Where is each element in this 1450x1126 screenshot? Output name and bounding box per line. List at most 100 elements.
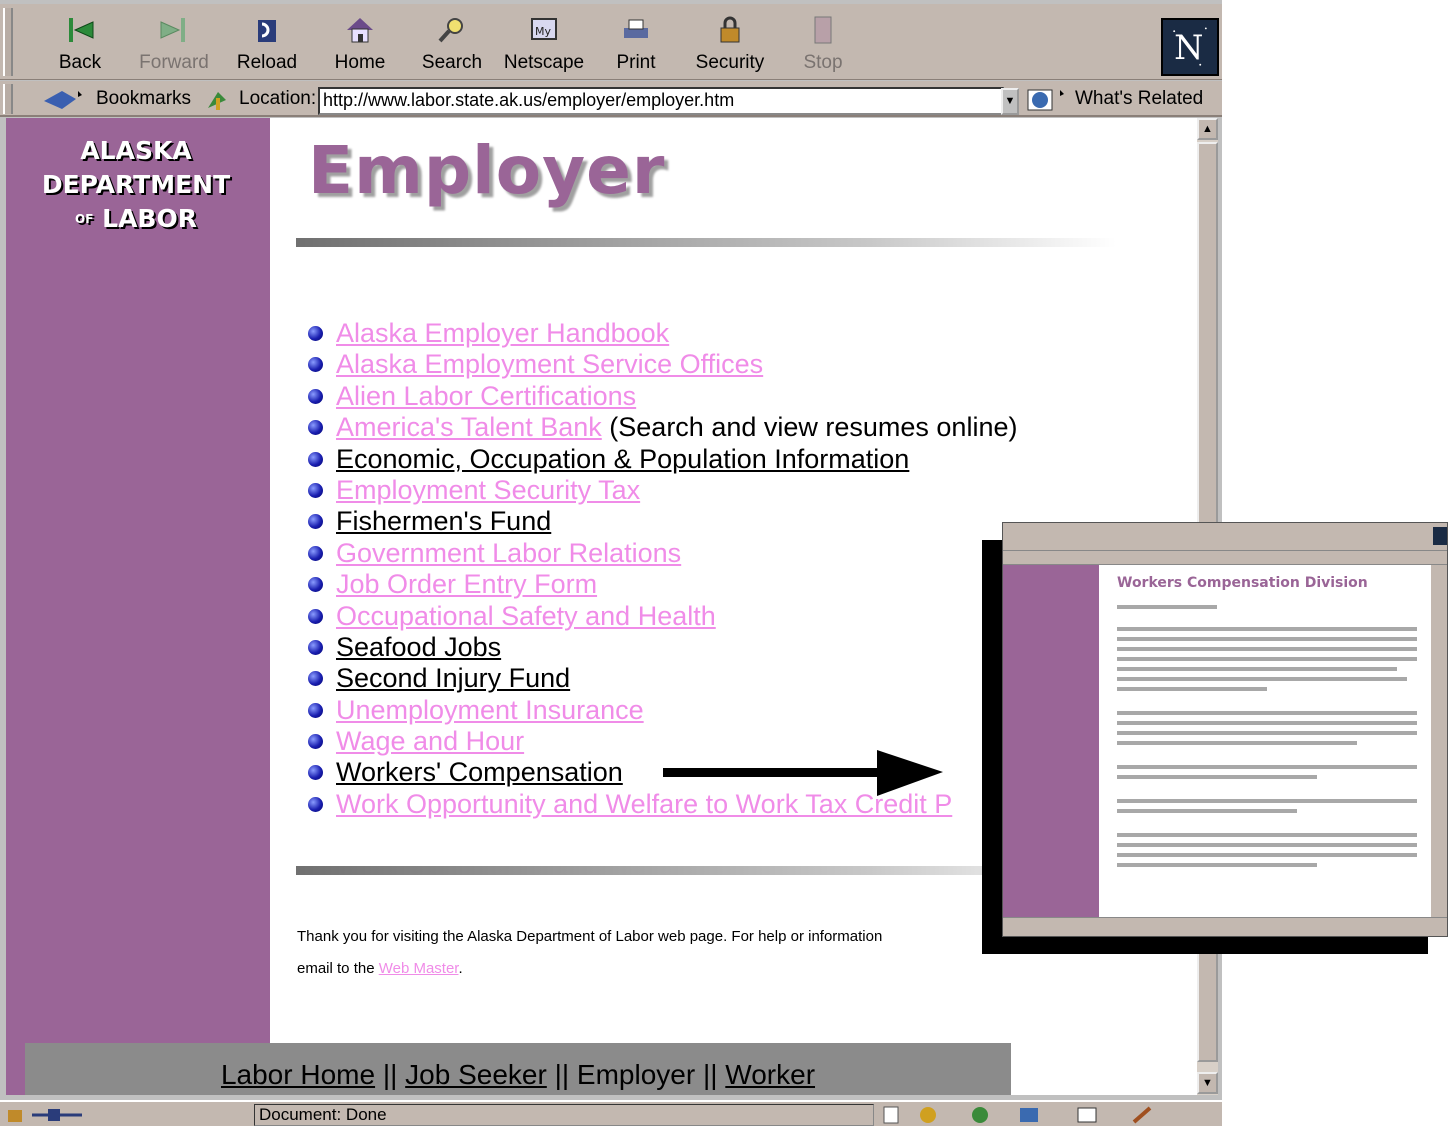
bullet-icon <box>308 796 323 812</box>
location-bookmark-icon[interactable] <box>204 88 230 112</box>
bullet-icon <box>308 639 323 655</box>
link-list-item: Alien Labor Certifications <box>306 381 1017 412</box>
preview-heading: Workers Compensation Division <box>1117 575 1368 591</box>
netscape-logo[interactable]: N <box>1161 18 1219 76</box>
back-label: Back <box>58 52 102 73</box>
svg-text:N: N <box>1174 28 1203 67</box>
search-button[interactable]: Search <box>410 14 494 78</box>
worker-link[interactable]: Worker <box>725 1059 815 1090</box>
print-button[interactable]: Print <box>594 14 678 78</box>
employer-link[interactable]: Second Injury Fund <box>336 663 570 693</box>
preview-text-line <box>1117 711 1417 715</box>
back-button[interactable]: Back <box>38 14 122 78</box>
stop-icon <box>814 16 832 44</box>
link-list-item: Government Labor Relations <box>306 538 1017 569</box>
status-security-icon[interactable] <box>6 1104 86 1126</box>
whats-related-icon[interactable] <box>1026 86 1072 114</box>
webmaster-link[interactable]: Web Master <box>379 960 459 977</box>
preview-text-line <box>1117 863 1317 867</box>
employer-link[interactable]: Alaska Employer Handbook <box>336 318 669 348</box>
employer-link[interactable]: Economic, Occupation & Population Inform… <box>336 444 909 474</box>
component-bar-icons[interactable] <box>880 1104 1200 1126</box>
link-list-item: Job Order Entry Form <box>306 569 1017 600</box>
url-dropdown-button[interactable]: ▼ <box>1001 88 1019 115</box>
toolbar-grip[interactable] <box>3 8 13 76</box>
netscape-button[interactable]: My Netscape <box>502 14 586 78</box>
bullet-icon <box>308 326 323 341</box>
forward-arrow-icon <box>160 18 185 42</box>
preview-text-line <box>1117 605 1217 609</box>
employer-link[interactable]: Fishermen's Fund <box>336 506 551 536</box>
labor-home-link[interactable]: Labor Home <box>221 1059 375 1090</box>
bookmarks-button[interactable]: Bookmarks <box>96 88 191 110</box>
employer-link[interactable]: Seafood Jobs <box>336 632 501 662</box>
logo-line-3: LABOR <box>102 204 197 233</box>
reload-button[interactable]: Reload <box>225 14 309 78</box>
footer-line-2-prefix: email to the <box>297 960 379 977</box>
bookmarks-icon <box>44 91 82 109</box>
link-list-item: Fishermen's Fund <box>306 506 1017 537</box>
url-input[interactable]: http://www.labor.state.ak.us/employer/em… <box>318 87 1004 115</box>
link-list-item: Occupational Safety and Health <box>306 601 1017 632</box>
logo-of: OF <box>75 212 94 226</box>
preview-text-line <box>1117 667 1397 671</box>
status-bar: Document: Done <box>0 1100 1222 1126</box>
scroll-up-button[interactable]: ▲ <box>1197 118 1218 140</box>
preview-text-line <box>1117 731 1417 735</box>
navigation-toolbar: Back Forward Reload Home Search My Netsc… <box>0 4 1222 80</box>
lock-icon <box>720 16 740 43</box>
employer-link[interactable]: Employment Security Tax <box>336 475 640 505</box>
annotation-arrow <box>663 750 943 796</box>
preview-text-line <box>1117 637 1417 641</box>
bullet-icon <box>308 734 323 750</box>
employer-link[interactable]: Wage and Hour <box>336 726 524 756</box>
job-seeker-link[interactable]: Job Seeker <box>405 1059 547 1090</box>
bullet-icon <box>308 420 323 436</box>
preview-text-line <box>1117 687 1267 691</box>
preview-text-line <box>1117 843 1417 847</box>
stop-label: Stop <box>803 52 843 73</box>
back-arrow-icon <box>69 18 94 42</box>
whats-related-button[interactable]: What's Related <box>1075 88 1203 110</box>
bullet-icon <box>308 357 323 373</box>
employer-link[interactable]: Alien Labor Certifications <box>336 381 636 411</box>
location-grip[interactable] <box>3 84 13 114</box>
forward-button[interactable]: Forward <box>132 14 216 78</box>
netscape-logo-icon: N <box>1163 20 1217 74</box>
employer-link[interactable]: Unemployment Insurance <box>336 695 644 725</box>
link-note: (Search and view resumes online) <box>601 412 1018 443</box>
security-button[interactable]: Security <box>688 14 772 78</box>
reload-icon <box>258 20 276 42</box>
page-title: Employer <box>308 132 666 209</box>
top-divider <box>296 238 1116 247</box>
employer-links-list: Alaska Employer Handbook Alaska Employmen… <box>306 318 1017 820</box>
employer-link[interactable]: Workers' Compensation <box>336 757 623 787</box>
preview-logo <box>1433 527 1447 545</box>
reload-label: Reload <box>236 52 298 73</box>
bullet-icon <box>308 765 323 781</box>
footer-text: Thank you for visiting the Alaska Depart… <box>297 921 1017 985</box>
preview-text-line <box>1117 741 1357 745</box>
location-toolbar: Bookmarks Location: http://www.labor.sta… <box>0 81 1222 117</box>
employer-link[interactable]: Job Order Entry Form <box>336 569 597 599</box>
printer-icon <box>624 19 648 38</box>
employer-link[interactable]: Government Labor Relations <box>336 538 681 568</box>
preview-status-bar <box>1003 917 1447 936</box>
link-list-item: Alaska Employer Handbook <box>306 318 1017 349</box>
bullet-icon <box>308 451 323 467</box>
link-list-item: Employment Security Tax <box>306 475 1017 506</box>
my-netscape-icon: My <box>531 18 557 40</box>
scroll-down-button[interactable]: ▼ <box>1197 1072 1218 1094</box>
employer-link[interactable]: America's Talent Bank <box>336 412 602 442</box>
bullet-icon <box>308 671 323 687</box>
stop-button[interactable]: Stop <box>781 14 865 78</box>
link-list-item: Seafood Jobs <box>306 632 1017 663</box>
preview-text-line <box>1117 853 1417 857</box>
employer-link[interactable]: Occupational Safety and Health <box>336 601 716 631</box>
employer-link[interactable]: Alaska Employment Service Offices <box>336 349 763 379</box>
alaska-dol-logo[interactable]: ALASKA DEPARTMENT OF LABOR <box>26 134 246 236</box>
preview-text-line <box>1117 627 1417 631</box>
home-button[interactable]: Home <box>318 14 402 78</box>
employer-current: Employer <box>576 1059 696 1090</box>
preview-text-line <box>1117 809 1297 813</box>
